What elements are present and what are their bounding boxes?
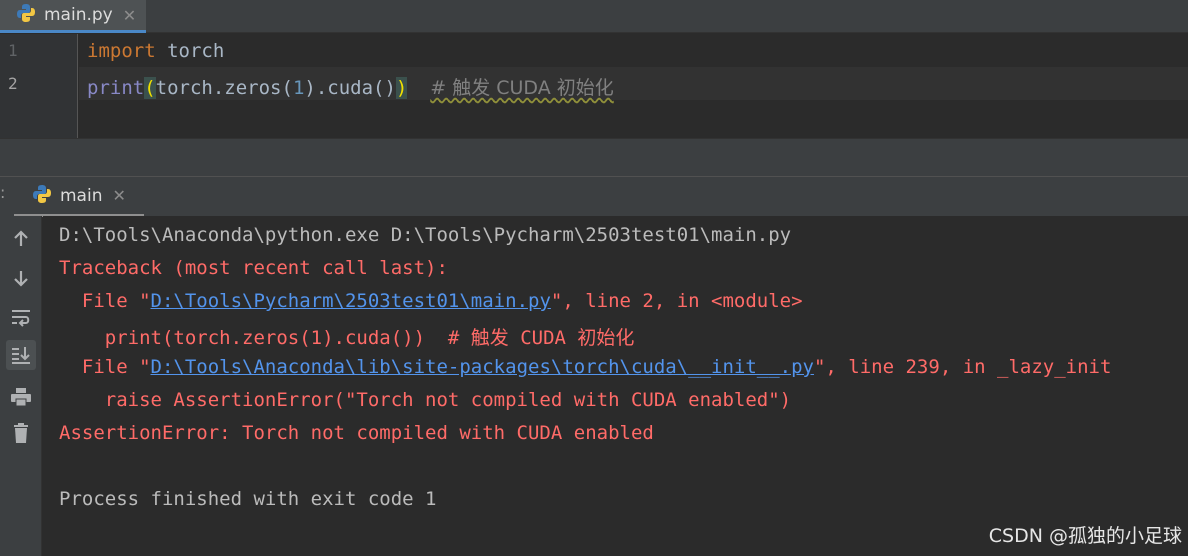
tab-label: main.py	[44, 5, 113, 25]
code-editor[interactable]: 1 2 import torch print(torch.zeros(1).cu…	[0, 34, 1188, 138]
run-toolbar	[0, 216, 42, 556]
tab-main-py[interactable]: main.py ✕	[0, 0, 146, 33]
matched-bracket: (	[144, 77, 156, 99]
python-file-icon	[16, 3, 36, 27]
soft-wrap-icon[interactable]	[6, 302, 36, 332]
code-line[interactable]: print(torch.zeros(1).cuda()) # 触发 CUDA 初…	[87, 73, 614, 100]
console-traceback-frame: File "D:\Tools\Anaconda\lib\site-package…	[59, 356, 1112, 378]
console-traceback-code: print(torch.zeros(1).cuda()) # 触发 CUDA 初…	[59, 327, 635, 349]
run-tab-label: main	[60, 185, 103, 206]
console-exit-status: Process finished with exit code 1	[59, 488, 437, 510]
console-output[interactable]: D:\Tools\Anaconda\python.exe D:\Tools\Py…	[43, 216, 1188, 556]
trash-icon[interactable]	[6, 418, 36, 448]
line-number-gutter: 1 2	[0, 34, 78, 138]
arrow-up-icon[interactable]	[6, 224, 36, 254]
console-error-message: AssertionError: Torch not compiled with …	[59, 422, 654, 444]
console-traceback-frame: File "D:\Tools\Pycharm\2503test01\main.p…	[59, 290, 803, 312]
code-line[interactable]: import torch	[87, 40, 224, 62]
number-token: 1	[292, 77, 305, 99]
editor-bottom-area	[0, 138, 1188, 176]
line-number: 1	[8, 41, 18, 60]
console-command-line: D:\Tools\Anaconda\python.exe D:\Tools\Py…	[59, 224, 792, 246]
tab-run-main[interactable]: main ✕	[14, 177, 144, 217]
print-icon[interactable]	[6, 382, 36, 412]
tab-close-icon[interactable]: ✕	[123, 6, 136, 25]
console-traceback-code: raise AssertionError("Torch not compiled…	[59, 389, 792, 411]
watermark: CSDN @孤独的小足球	[988, 525, 1182, 547]
code-token: torch.zeros(	[155, 77, 293, 99]
editor-tab-bar: main.py ✕	[0, 0, 1188, 33]
tool-window-options[interactable]: :	[0, 183, 5, 202]
code-token: ).cuda()	[304, 77, 396, 99]
keyword-token: import	[87, 40, 156, 62]
file-link[interactable]: D:\Tools\Anaconda\lib\site-packages\torc…	[151, 356, 814, 378]
arrow-down-icon[interactable]	[6, 263, 36, 293]
file-link[interactable]: D:\Tools\Pycharm\2503test01\main.py	[151, 290, 551, 312]
comment-token: # 触发 CUDA 初始化	[430, 77, 614, 99]
console-traceback-header: Traceback (most recent call last):	[59, 257, 448, 279]
python-run-icon	[32, 184, 52, 208]
builtin-token: print	[87, 77, 145, 99]
run-tab-close-icon[interactable]: ✕	[112, 186, 125, 205]
code-token: torch	[155, 40, 225, 62]
scroll-to-end-icon[interactable]	[6, 340, 36, 370]
line-number: 2	[8, 74, 18, 93]
run-tab-bar: : main ✕	[0, 176, 1188, 217]
matched-bracket: )	[395, 77, 408, 99]
